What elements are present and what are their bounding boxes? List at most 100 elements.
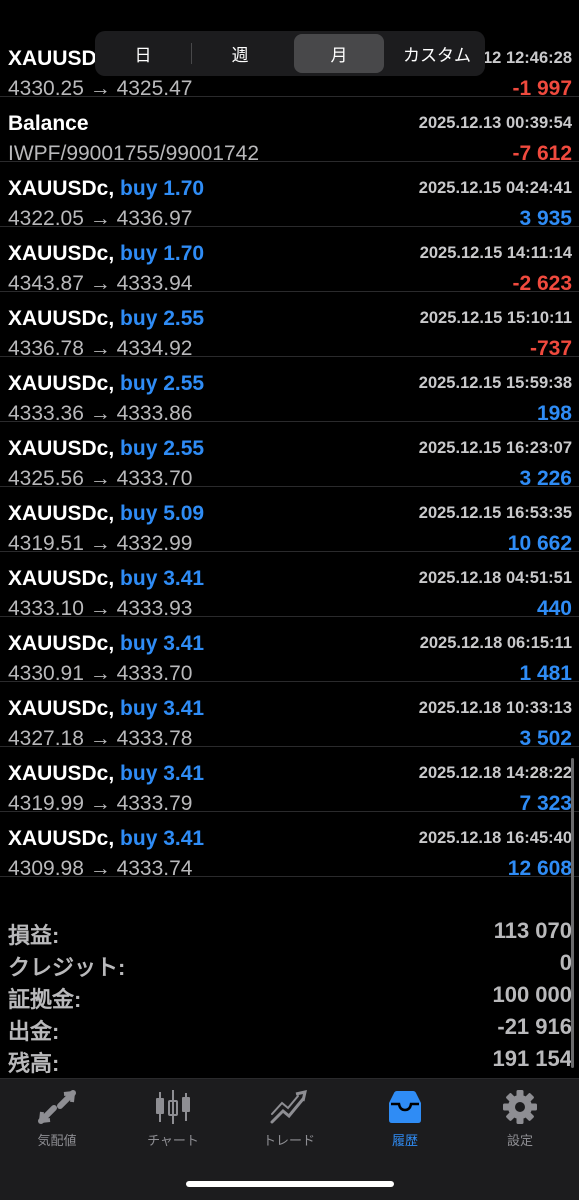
summary-value: 113 070 (493, 918, 572, 943)
tab-trade-trend[interactable]: トレード (239, 1089, 339, 1149)
deal-time: 2025.12.18 04:51:51 (418, 569, 572, 587)
quotes-arrows-icon (7, 1089, 107, 1125)
deal-symbol: XAUUSDc, buy 3.41 (8, 567, 204, 591)
summary-label: クレジット: (8, 955, 126, 980)
segment-divider (191, 43, 192, 64)
deal-time: 2025.12.15 16:53:35 (418, 504, 572, 522)
trade-side-volume: buy 2.55 (120, 372, 205, 395)
deal-time: 2025.12.15 14:11:14 (419, 244, 572, 262)
deal-symbol: XAUUSDc, buy 3.41 (8, 762, 204, 786)
trade-side-volume: buy 3.41 (120, 567, 205, 590)
summary-label: 残高: (8, 1051, 60, 1076)
tab-candlestick-chart[interactable]: チャート (123, 1089, 223, 1149)
symbol-name: XAUUSDc, (8, 697, 115, 720)
symbol-name: XAUUSDc, (8, 372, 115, 395)
summary-row: 証拠金: 100 000 (0, 979, 579, 1012)
symbol-name: XAUUSDc, (8, 827, 115, 850)
symbol-name: Balance (8, 112, 89, 135)
deal-time: 2025.12.15 15:10:11 (419, 309, 572, 327)
deal-row[interactable]: XAUUSDc, buy 2.55 2025.12.15 15:10:11 4336… (0, 292, 579, 360)
deal-time: 2025.12.18 10:33:13 (418, 699, 572, 717)
summary-value: -21 916 (497, 1014, 572, 1039)
candlestick-chart-icon (123, 1089, 223, 1125)
deal-row[interactable]: XAUUSDc, buy 1.70 2025.12.15 14:11:14 4343… (0, 227, 579, 295)
period-tab[interactable]: カスタム (392, 34, 482, 73)
deal-symbol: XAUUSDc, buy 3.41 (8, 632, 204, 656)
symbol-name: XAUUSDc, (8, 567, 115, 590)
tab-label: チャート (147, 1133, 199, 1148)
deal-time: 2025.12.18 14:28:22 (418, 764, 572, 782)
summary-label: 証拠金: (8, 987, 82, 1012)
tab-history-inbox[interactable]: 履歴 (355, 1089, 455, 1149)
deal-row[interactable]: XAUUSDc, buy 3.41 2025.12.18 04:51:51 4333… (0, 552, 579, 620)
deal-symbol: XAUUSDc, buy 1.70 (8, 242, 204, 266)
deal-prices: 4309.98 → 4333.74 (8, 857, 193, 880)
symbol-name: XAUUSDc, (8, 632, 115, 655)
tab-label: 気配値 (37, 1133, 77, 1148)
trade-side-volume: buy 3.41 (120, 762, 205, 785)
symbol-name: XAUUSDc, (8, 437, 115, 460)
symbol-name: XAUUSDc, (8, 242, 115, 265)
trade-side-volume: buy 1.70 (120, 177, 205, 200)
deal-row[interactable]: Balance 2025.12.13 00:39:54 IWPF/99001755/… (0, 97, 579, 165)
deal-symbol: XAUUSDc, buy 3.41 (8, 697, 204, 721)
home-indicator[interactable] (186, 1181, 394, 1187)
period-tab[interactable]: 月 (294, 34, 384, 73)
deal-row[interactable]: XAUUSDc, buy 3.41 2025.12.18 14:28:22 4319… (0, 747, 579, 815)
period-segmented-control[interactable]: 日週月カスタム (95, 31, 485, 76)
deal-symbol: XAUUSDc, buy 5.09 (8, 502, 204, 526)
deals-list[interactable]: XAUUSDc, buy 2.832025.12.12 12:46:284330… (0, 47, 579, 880)
deal-profit: 12 608 (507, 857, 572, 880)
symbol-name: XAUUSDc, (8, 307, 115, 330)
tab-quotes-arrows[interactable]: 気配値 (7, 1089, 107, 1149)
summary-label: 損益: (8, 923, 60, 948)
deal-row[interactable]: XAUUSDc, buy 2.55 2025.12.15 16:23:07 4325… (0, 422, 579, 490)
deal-symbol: XAUUSDc, buy 2.55 (8, 437, 204, 461)
summary-value: 191 154 (492, 1046, 572, 1071)
period-tab[interactable]: 週 (195, 34, 285, 73)
deal-row[interactable]: XAUUSDc, buy 3.41 2025.12.18 16:45:40 4309… (0, 812, 579, 880)
deal-row[interactable]: XAUUSDc, buy 2.55 2025.12.15 15:59:38 4333… (0, 357, 579, 425)
summary-row: クレジット: 0 (0, 947, 579, 980)
deal-time: 2025.12.15 04:24:41 (418, 179, 572, 197)
deal-row[interactable]: XAUUSDc, buy 1.70 2025.12.15 04:24:41 4322… (0, 162, 579, 230)
symbol-name: XAUUSDc, (8, 177, 115, 200)
symbol-name: XAUUSDc, (8, 762, 115, 785)
summary-value: 100 000 (492, 982, 572, 1007)
deal-row[interactable]: XAUUSDc, buy 5.09 2025.12.15 16:53:35 4319… (0, 487, 579, 555)
trade-side-volume: buy 3.41 (120, 697, 205, 720)
deal-time: 2025.12.15 15:59:38 (418, 374, 572, 392)
period-tab[interactable]: 日 (98, 34, 188, 73)
deal-time: 2025.12.15 16:23:07 (418, 439, 572, 457)
summary-label: 出金: (8, 1019, 60, 1044)
trade-side-volume: buy 2.55 (120, 437, 205, 460)
summary-row: 残高: 191 154 (0, 1043, 579, 1076)
settings-gear-icon (470, 1089, 570, 1125)
trade-side-volume: buy 2.55 (120, 307, 205, 330)
deal-symbol: XAUUSDc, buy 1.70 (8, 177, 204, 201)
trade-side-volume: buy 3.41 (120, 827, 205, 850)
trade-side-volume: buy 5.09 (120, 502, 205, 525)
deal-row[interactable]: XAUUSDc, buy 3.41 2025.12.18 06:15:11 4330… (0, 617, 579, 685)
trade-side-volume: buy 1.70 (120, 242, 205, 265)
deal-row[interactable]: XAUUSDc, buy 3.41 2025.12.18 10:33:13 4327… (0, 682, 579, 750)
deal-time: 2025.12.13 00:39:54 (418, 114, 572, 132)
tab-settings-gear[interactable]: 設定 (470, 1089, 570, 1149)
scroll-indicator[interactable] (571, 758, 574, 1068)
deal-time: 2025.12.18 16:45:40 (418, 829, 572, 847)
deal-time: 2025.12.18 06:15:11 (419, 634, 572, 652)
trade-side-volume: buy 3.41 (120, 632, 205, 655)
tab-label: 履歴 (391, 1133, 418, 1148)
deal-symbol: XAUUSDc, buy 2.55 (8, 307, 204, 331)
deal-symbol: Balance (8, 112, 89, 136)
history-summary: 損益: 113 070 クレジット: 0 証拠金: 100 000 出金: -21 916 残高… (0, 915, 579, 1076)
summary-row: 出金: -21 916 (0, 1011, 579, 1044)
deal-symbol: XAUUSDc, buy 2.55 (8, 372, 204, 396)
deal-symbol: XAUUSDc, buy 3.41 (8, 827, 204, 851)
symbol-name: XAUUSDc, (8, 502, 115, 525)
trade-trend-icon (239, 1089, 339, 1125)
tab-label: トレード (262, 1133, 315, 1148)
history-inbox-icon (355, 1089, 455, 1125)
summary-row: 損益: 113 070 (0, 915, 579, 948)
tab-label: 設定 (506, 1133, 533, 1148)
